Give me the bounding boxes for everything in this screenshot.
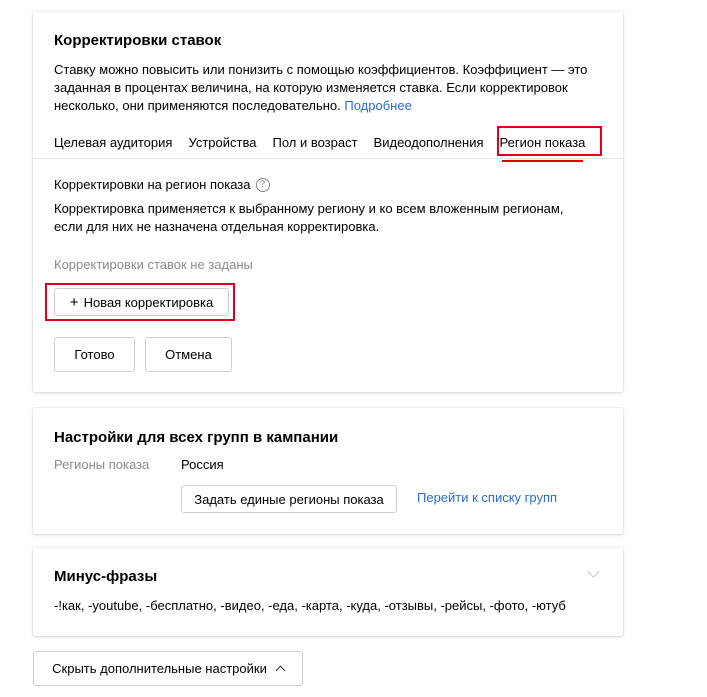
chevron-up-icon <box>275 665 286 676</box>
tabs-divider <box>33 158 623 159</box>
new-adjustment-button[interactable]: + Новая корректировка <box>54 288 229 316</box>
minus-phrases-list: -!как, -youtube, -бесплатно, -видео, -ед… <box>54 598 566 613</box>
region-description: Корректировка применяется к выбранному р… <box>54 200 604 236</box>
plus-icon: + <box>69 293 79 311</box>
region-adjustments-title: Корректировки на регион показа ? <box>54 177 270 192</box>
region-description-line-2: если для них не назначена отдельная корр… <box>54 219 380 234</box>
minus-phrases-card[interactable]: Минус-фразы -!как, -youtube, -бесплатно,… <box>33 548 623 636</box>
empty-adjustments-text: Корректировки ставок не заданы <box>54 257 253 272</box>
minus-phrases-title: Минус-фразы <box>54 568 158 585</box>
bid-adjustments-title: Корректировки ставок <box>54 32 222 49</box>
tab-gender-age[interactable]: Пол и возраст <box>272 131 357 159</box>
chevron-down-icon[interactable] <box>587 565 600 578</box>
region-description-line-1: Корректировка применяется к выбранному р… <box>54 201 564 216</box>
adjustment-tabs: Целевая аудитория Устройства Пол и возра… <box>54 131 601 162</box>
regions-value: Россия <box>181 457 224 472</box>
tab-region[interactable]: Регион показа <box>500 131 585 162</box>
tab-devices[interactable]: Устройства <box>188 131 256 159</box>
group-settings-title: Настройки для всех групп в кампании <box>54 429 339 446</box>
set-regions-button[interactable]: Задать единые регионы показа <box>181 485 397 513</box>
tab-video-extensions[interactable]: Видеодополнения <box>374 131 484 159</box>
cancel-button[interactable]: Отмена <box>145 337 232 372</box>
description-line-3: несколько, они применяются последователь… <box>54 98 412 113</box>
group-settings-card: Настройки для всех групп в кампании Реги… <box>33 408 623 534</box>
bid-adjustments-description: Ставку можно повысить или понизить с пом… <box>54 61 604 115</box>
regions-label: Регионы показа <box>54 457 150 472</box>
description-line-2: заданная в процентах величина, на котору… <box>54 80 568 95</box>
done-button[interactable]: Готово <box>54 337 135 372</box>
bid-adjustments-card: Корректировки ставок Ставку можно повыси… <box>33 12 623 392</box>
description-line-1: Ставку можно повысить или понизить с пом… <box>54 62 588 77</box>
help-icon[interactable]: ? <box>255 177 270 192</box>
tab-target-audience[interactable]: Целевая аудитория <box>54 131 172 159</box>
hide-settings-button[interactable]: Скрыть дополнительные настройки <box>33 651 303 686</box>
groups-list-link[interactable]: Перейти к списку групп <box>417 490 557 505</box>
more-link[interactable]: Подробнее <box>344 98 411 113</box>
